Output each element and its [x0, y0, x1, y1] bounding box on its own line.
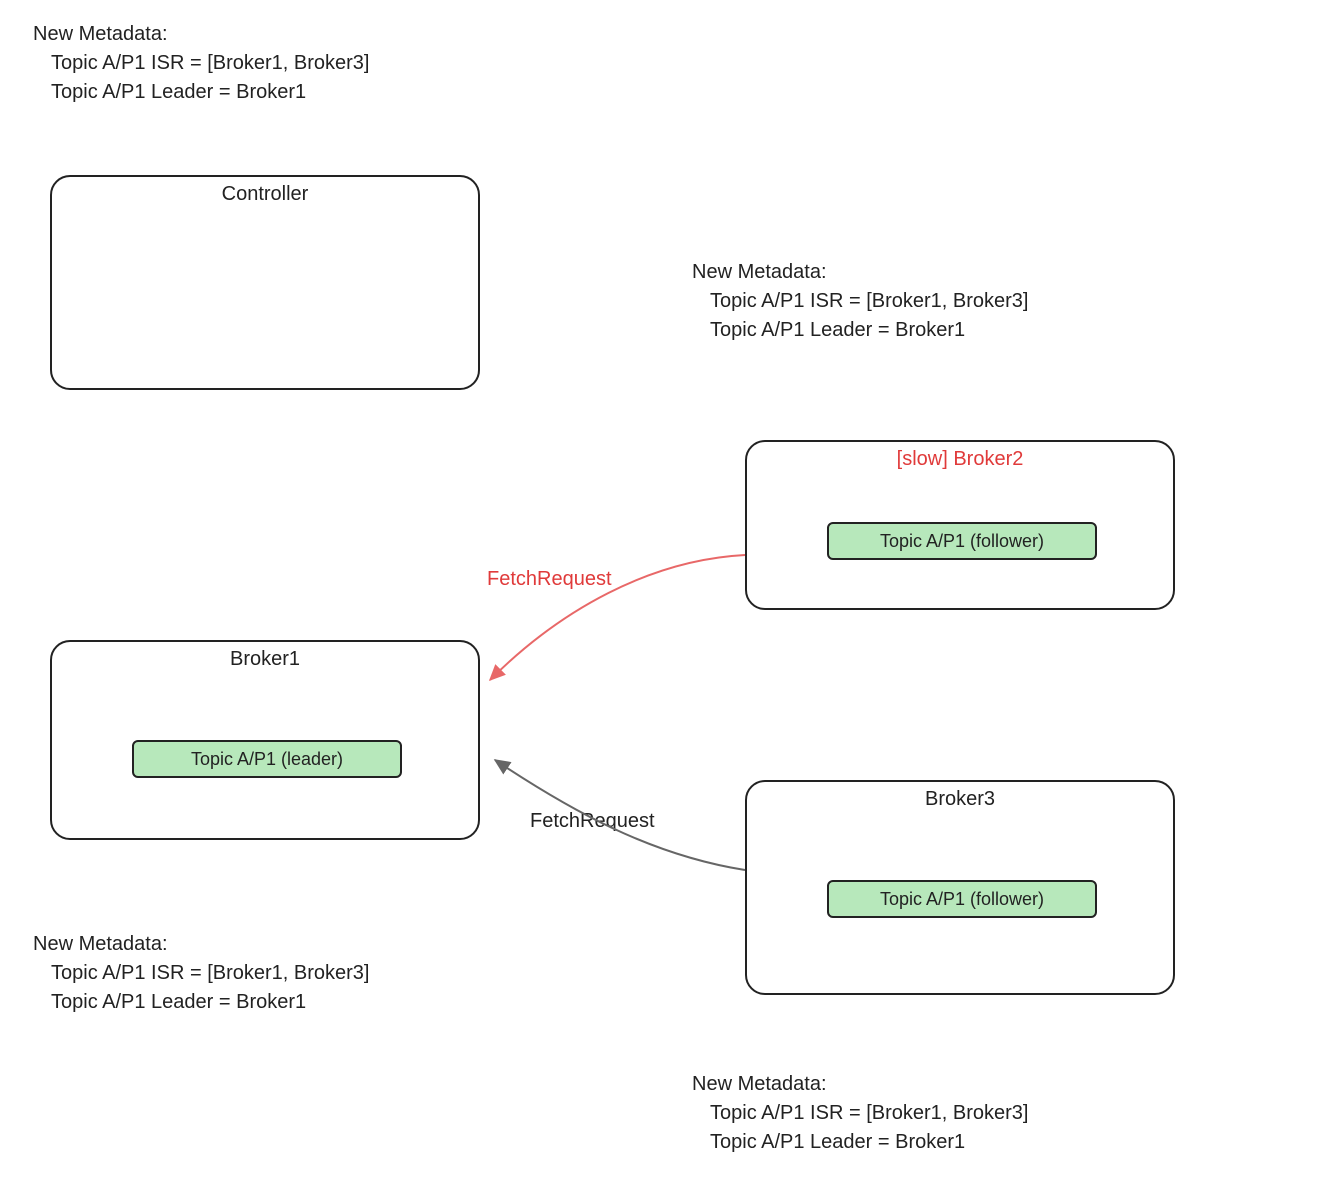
broker3-box: Broker3 Topic A/P1 (follower)	[745, 780, 1175, 995]
metadata-line: Topic A/P1 Leader = Broker1	[51, 78, 533, 107]
metadata-heading: New Metadata:	[33, 20, 533, 49]
broker1-topic-pill: Topic A/P1 (leader)	[132, 740, 402, 778]
edge-label-fetch-broker3: FetchRequest	[530, 810, 655, 833]
broker3-title: Broker3	[747, 782, 1173, 811]
broker3-topic-pill: Topic A/P1 (follower)	[827, 880, 1097, 918]
metadata-heading: New Metadata:	[692, 1070, 1192, 1099]
metadata-line: Topic A/P1 Leader = Broker1	[51, 988, 533, 1017]
broker1-title: Broker1	[52, 642, 478, 671]
metadata-block-bottom-left: New Metadata: Topic A/P1 ISR = [Broker1,…	[33, 930, 533, 1017]
diagram-stage: New Metadata: Topic A/P1 ISR = [Broker1,…	[0, 0, 1336, 1202]
broker2-title: [slow] Broker2	[747, 442, 1173, 471]
controller-title: Controller	[52, 177, 478, 206]
metadata-line: Topic A/P1 Leader = Broker1	[710, 316, 1192, 345]
metadata-line: Topic A/P1 ISR = [Broker1, Broker3]	[710, 287, 1192, 316]
metadata-line: Topic A/P1 ISR = [Broker1, Broker3]	[51, 959, 533, 988]
broker2-topic-pill: Topic A/P1 (follower)	[827, 522, 1097, 560]
metadata-line: Topic A/P1 ISR = [Broker1, Broker3]	[51, 49, 533, 78]
metadata-heading: New Metadata:	[33, 930, 533, 959]
metadata-block-top-left: New Metadata: Topic A/P1 ISR = [Broker1,…	[33, 20, 533, 107]
metadata-block-bottom-right: New Metadata: Topic A/P1 ISR = [Broker1,…	[692, 1070, 1192, 1157]
broker2-box: [slow] Broker2 Topic A/P1 (follower)	[745, 440, 1175, 610]
metadata-heading: New Metadata:	[692, 258, 1192, 287]
edge-label-fetch-broker2: FetchRequest	[487, 568, 612, 591]
metadata-line: Topic A/P1 Leader = Broker1	[710, 1128, 1192, 1157]
controller-box: Controller	[50, 175, 480, 390]
metadata-line: Topic A/P1 ISR = [Broker1, Broker3]	[710, 1099, 1192, 1128]
metadata-block-top-right: New Metadata: Topic A/P1 ISR = [Broker1,…	[692, 258, 1192, 345]
broker1-box: Broker1 Topic A/P1 (leader)	[50, 640, 480, 840]
